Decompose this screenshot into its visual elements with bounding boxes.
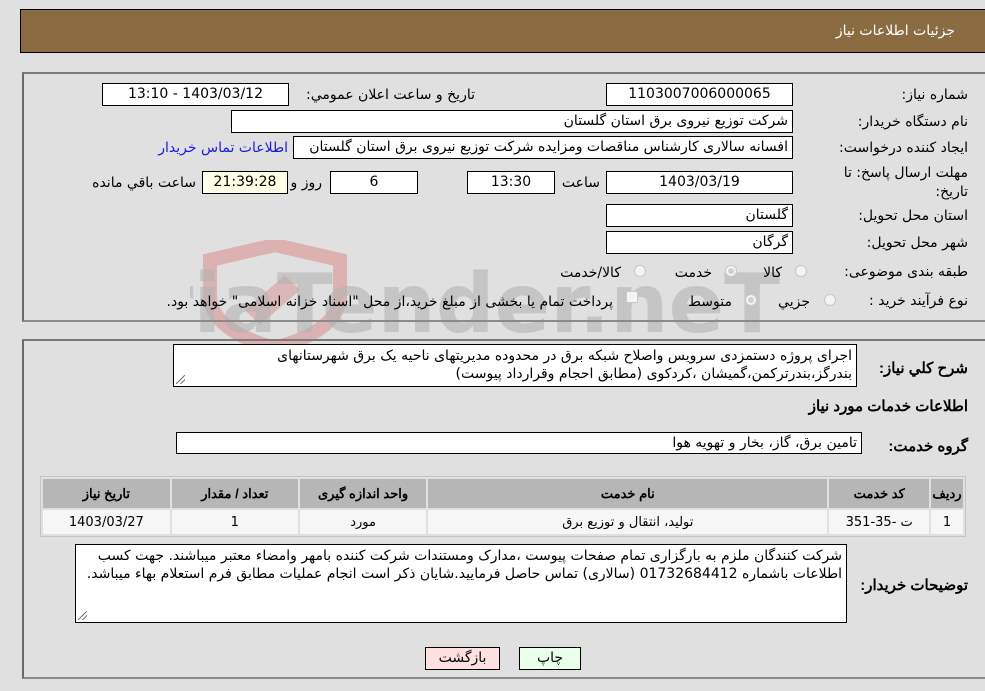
col-header-service-code: کد خدمت [829, 479, 930, 508]
city-label: شهر محل تحویل: [866, 235, 968, 251]
treasury-checkbox-label: پرداخت تمام یا بخشی از مبلغ خرید،از محل … [166, 294, 613, 310]
buyer-notes-text: شرکت کنندگان ملزم به بارگزاری تمام صفحات… [86, 548, 842, 582]
deadline-time-field: 13:30 [467, 171, 555, 194]
buyer-contact-link[interactable]: اطلاعات تماس خریدار [158, 140, 288, 156]
deadline-time-label: ساعت [561, 175, 600, 191]
category-option-goods: کالا [763, 265, 782, 281]
back-button[interactable]: بازگشت [425, 647, 500, 670]
category-radio-goods-service[interactable] [634, 265, 646, 277]
services-heading: اطلاعات خدمات مورد نیاز [808, 398, 968, 415]
purchase-type-radio-medium[interactable] [745, 294, 757, 306]
province-field: گلستان [606, 204, 793, 227]
purchase-type-label: نوع فرآیند خرید : [869, 293, 968, 309]
cell-quantity: 1 [171, 510, 298, 534]
col-header-unit: واحد اندازه گیری [299, 479, 427, 508]
category-option-goods-service: کالا/خدمت [560, 265, 621, 281]
need-number-label: شماره نیاز: [901, 87, 969, 103]
days-remaining-field: 6 [330, 171, 418, 194]
deadline-label: مهلت ارسال پاسخ: تا تاریخ: [843, 165, 968, 200]
col-header-quantity: تعداد / مقدار [171, 479, 298, 508]
buyer-org-field: شرکت توزیع نیروی برق استان گلستان [231, 110, 793, 133]
province-label: استان محل تحویل: [858, 208, 968, 224]
print-button[interactable]: چاپ [519, 647, 581, 670]
creator-field: افسانه سالاری کارشناس مناقصات ومزایده شر… [293, 136, 793, 159]
creator-label: ایجاد کننده درخواست: [839, 140, 968, 156]
buyer-notes-label: توضیحات خریدار: [860, 577, 968, 594]
table-header-row: ردیف کد خدمت نام خدمت واحد اندازه گیری ت… [43, 479, 963, 508]
purchase-type-radio-minor[interactable] [824, 294, 836, 306]
cell-unit: مورد [299, 510, 427, 534]
service-group-label: گروه خدمت: [888, 438, 968, 455]
city-field: گرگان [606, 231, 793, 254]
summary-text: اجرای پروژه دستمزدی سرویس واصلاح شبکه بر… [277, 348, 852, 382]
category-radio-goods[interactable] [795, 265, 807, 277]
announce-datetime-field: 1403/03/12 - 13:10 [102, 83, 289, 106]
col-header-service-name: نام خدمت [428, 479, 828, 508]
need-number-field: 1103007006000065 [606, 83, 793, 106]
resize-grip-icon[interactable] [78, 611, 87, 620]
resize-grip-icon[interactable] [176, 375, 185, 384]
buyer-org-label: نام دستگاه خریدار: [857, 114, 968, 130]
buyer-notes-textarea[interactable]: شرکت کنندگان ملزم به بارگزاری تمام صفحات… [75, 544, 847, 623]
time-remaining-field: 21:39:28 [202, 171, 288, 194]
category-radio-service[interactable] [725, 265, 737, 277]
table-row: 1 ت -35-351 تولید، انتقال و توزیع برق مو… [43, 510, 963, 534]
cell-service-code: ت -35-351 [829, 510, 930, 534]
purchase-type-option-minor: جزیي [778, 294, 810, 310]
deadline-date-field: 1403/03/19 [606, 171, 793, 194]
summary-textarea[interactable]: اجرای پروژه دستمزدی سرویس واصلاح شبکه بر… [173, 344, 857, 387]
cell-need-date: 1403/03/27 [43, 510, 170, 534]
page-header: جزئیات اطلاعات نیاز [20, 9, 985, 53]
category-option-service: خدمت [674, 265, 712, 281]
cell-row-no: 1 [931, 510, 963, 534]
col-header-row-no: ردیف [931, 479, 963, 508]
service-group-field: تامین برق، گاز، بخار و تهویه هوا [176, 432, 862, 454]
days-label: روز و [290, 175, 323, 191]
services-table: ردیف کد خدمت نام خدمت واحد اندازه گیری ت… [40, 476, 966, 537]
col-header-need-date: تاریخ نیاز [43, 479, 170, 508]
treasury-checkbox[interactable] [626, 291, 638, 303]
category-label: طبقه بندی موضوعی: [844, 264, 968, 280]
summary-label: شرح کلي نیاز: [879, 360, 968, 377]
page-title: جزئیات اطلاعات نیاز [835, 23, 955, 39]
announce-datetime-label: تاریخ و ساعت اعلان عمومي: [306, 87, 475, 103]
cell-service-name: تولید، انتقال و توزیع برق [428, 510, 828, 534]
time-remaining-label: ساعت باقي مانده [92, 175, 196, 191]
purchase-type-option-medium: متوسط [688, 294, 732, 310]
